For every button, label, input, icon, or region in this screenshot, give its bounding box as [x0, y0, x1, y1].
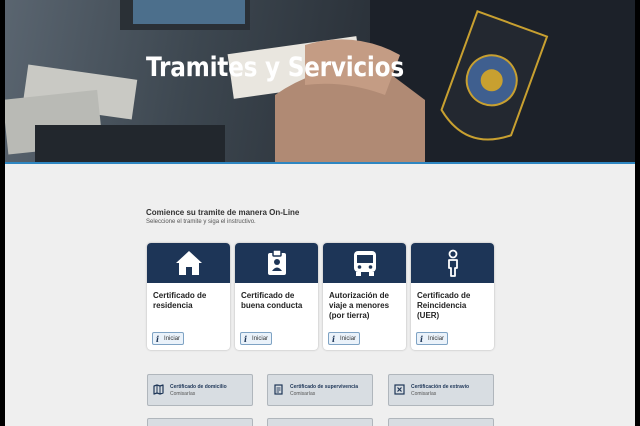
card-title: Autorización de viaje a menores (por tie…: [329, 291, 390, 320]
clipboard-id-icon: [267, 249, 286, 275]
iniciar-label: Iniciar: [252, 335, 269, 342]
intro-subheading: Seleccione el tramite y siga el instruct…: [146, 219, 256, 225]
service-certificacion-extravio[interactable]: Certificación de extravío Comisarías: [388, 374, 494, 406]
hero-accent-bar: [5, 162, 635, 164]
service-tile-partial[interactable]: [388, 418, 494, 426]
document-icon: [274, 384, 283, 395]
iniciar-button[interactable]: i Iniciar: [152, 332, 185, 345]
card-title: Certificado de Reincidencia (UER): [417, 291, 471, 320]
page-title: Tramites y Servicios: [146, 52, 404, 83]
card-title: Certificado de buena conducta: [241, 291, 303, 310]
iniciar-button[interactable]: i Iniciar: [328, 332, 361, 345]
card-header: [411, 243, 494, 283]
service-title: Certificado de domicilio: [170, 384, 227, 390]
info-icon: i: [156, 333, 160, 344]
service-title: Certificación de extravío: [411, 384, 470, 390]
iniciar-label: Iniciar: [428, 335, 445, 342]
bus-icon: [353, 251, 376, 276]
page: Tramites y Servicios Comience su tramite…: [5, 0, 635, 426]
iniciar-button[interactable]: i Iniciar: [416, 332, 449, 345]
service-subtitle: Comisarías: [290, 391, 316, 397]
card-autorizacion-viaje-menores[interactable]: Autorización de viaje a menores (por tie…: [323, 243, 406, 350]
service-tile-partial[interactable]: [147, 418, 253, 426]
service-tile-partial[interactable]: [267, 418, 373, 426]
map-icon: [153, 384, 164, 395]
service-certificado-supervivencia[interactable]: Certificado de supervivencia Comisarías: [267, 374, 373, 406]
x-box-icon: [394, 384, 405, 395]
info-icon: i: [244, 333, 248, 344]
card-header: [147, 243, 230, 283]
iniciar-label: Iniciar: [164, 335, 181, 342]
person-icon: [447, 249, 458, 277]
card-certificado-buena-conducta[interactable]: Certificado de buena conducta i Iniciar: [235, 243, 318, 350]
intro-heading: Comience su tramite de manera On-Line: [146, 208, 300, 217]
card-certificado-reincidencia[interactable]: Certificado de Reincidencia (UER) i Inic…: [411, 243, 494, 350]
iniciar-label: Iniciar: [340, 335, 357, 342]
info-icon: i: [420, 333, 424, 344]
card-title: Certificado de residencia: [153, 291, 207, 310]
service-title: Certificado de supervivencia: [290, 384, 359, 390]
card-certificado-residencia[interactable]: Certificado de residencia i Iniciar: [147, 243, 230, 350]
hero-banner: Tramites y Servicios: [5, 0, 635, 164]
house-icon: [175, 251, 202, 275]
service-certificado-domicilio[interactable]: Certificado de domicilio Comisarías: [147, 374, 253, 406]
iniciar-button[interactable]: i Iniciar: [240, 332, 273, 345]
card-header: [323, 243, 406, 283]
service-subtitle: Comisarías: [170, 391, 196, 397]
card-header: [235, 243, 318, 283]
service-subtitle: Comisarías: [411, 391, 437, 397]
info-icon: i: [332, 333, 336, 344]
